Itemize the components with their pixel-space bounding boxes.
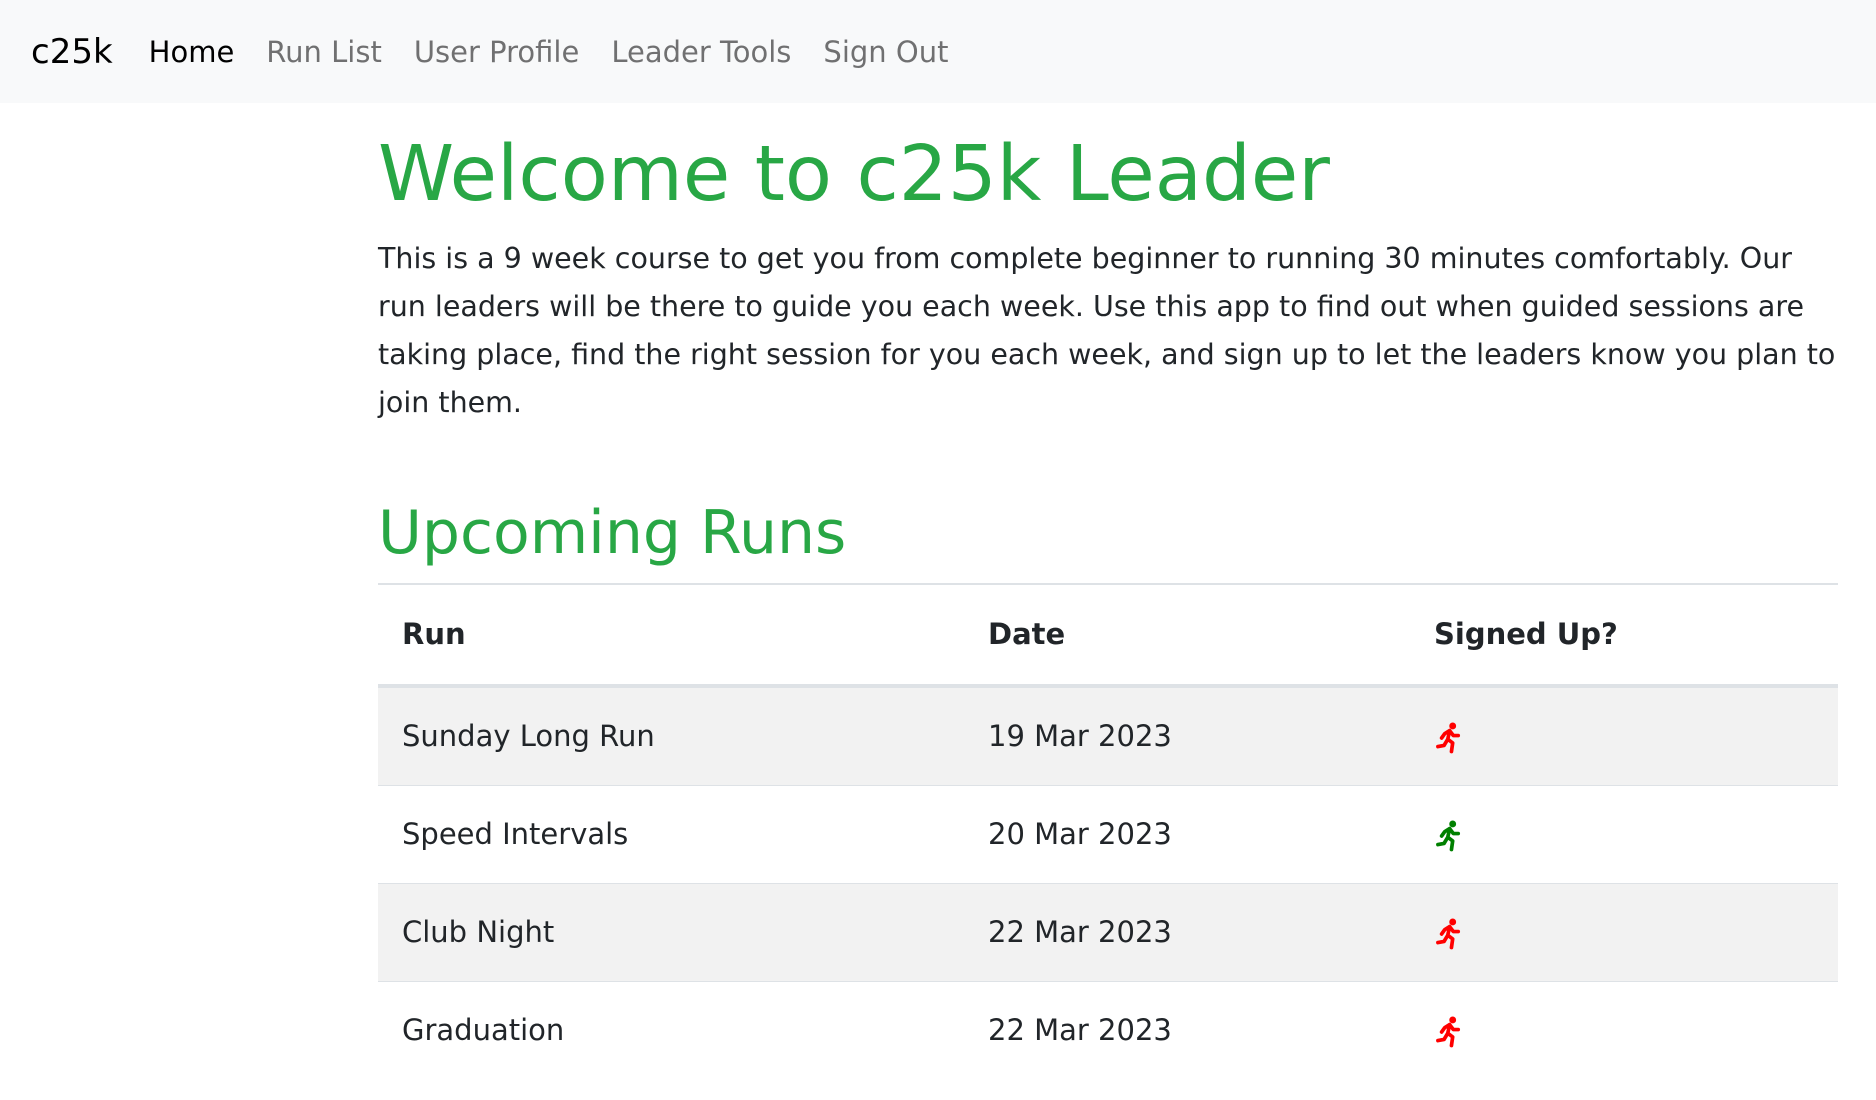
run-name: Sunday Long Run <box>378 685 964 786</box>
table-row: Club Night 22 Mar 2023 <box>378 883 1838 982</box>
run-date: 20 Mar 2023 <box>964 785 1410 884</box>
table-row: Speed Intervals 20 Mar 2023 <box>378 785 1838 884</box>
table-row: Graduation 22 Mar 2023 <box>378 981 1838 1079</box>
main-content: Welcome to c25k Leader This is a 9 week … <box>378 103 1838 1079</box>
nav-sign-out[interactable]: Sign Out <box>823 35 948 69</box>
page-title: Welcome to c25k Leader <box>378 130 1330 219</box>
running-person-icon[interactable] <box>1434 722 1464 754</box>
nav-home[interactable]: Home <box>149 35 235 69</box>
table-row: Sunday Long Run 19 Mar 2023 <box>378 685 1838 786</box>
run-date: 22 Mar 2023 <box>964 883 1410 982</box>
navbar: c25k Home Run List User Profile Leader T… <box>0 0 1876 103</box>
nav-run-list[interactable]: Run List <box>266 35 382 69</box>
intro-text: This is a 9 week course to get you from … <box>378 241 1836 419</box>
brand-link[interactable]: c25k <box>31 32 113 72</box>
header-run: Run <box>378 582 964 688</box>
run-name: Graduation <box>402 1013 565 1048</box>
run-name: Club Night <box>378 883 964 982</box>
running-person-icon[interactable] <box>1434 1016 1464 1048</box>
signed-up-cell <box>1410 685 1838 786</box>
nav-user-profile[interactable]: User Profile <box>414 35 580 69</box>
running-person-icon[interactable] <box>1434 820 1464 852</box>
runs-table: Run Date Signed Up? Sunday Long Run 19 M… <box>378 582 1838 1079</box>
run-date: 22 Mar 2023 <box>988 1013 1172 1048</box>
upcoming-runs-heading: Upcoming Runs <box>378 497 847 568</box>
signed-up-cell <box>1410 981 1838 1079</box>
header-signed-up: Signed Up? <box>1410 582 1838 688</box>
running-person-icon[interactable] <box>1434 918 1464 950</box>
header-date: Date <box>964 582 1410 688</box>
run-name: Speed Intervals <box>378 785 964 884</box>
nav-leader-tools[interactable]: Leader Tools <box>611 35 791 69</box>
run-date: 19 Mar 2023 <box>964 685 1410 786</box>
signed-up-cell <box>1410 883 1838 982</box>
table-header-row: Run Date Signed Up? <box>378 582 1838 688</box>
signed-up-cell <box>1410 785 1838 884</box>
